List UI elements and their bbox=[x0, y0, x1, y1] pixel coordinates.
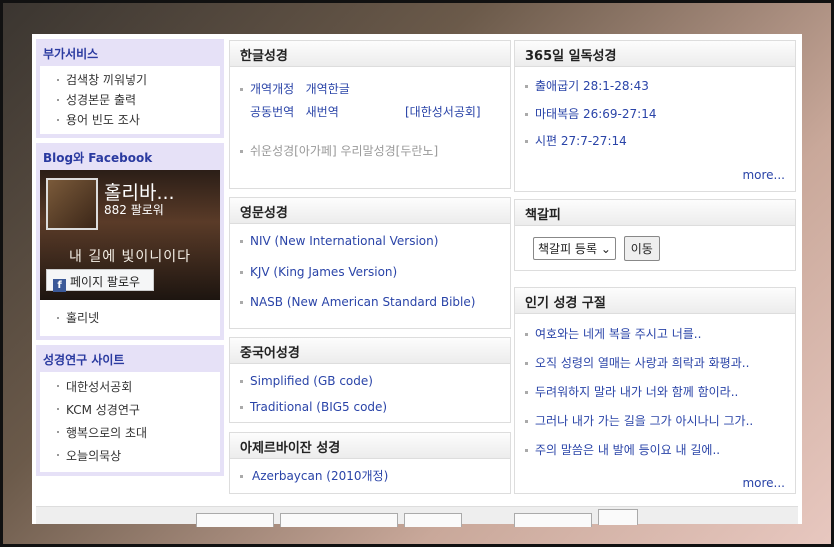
chinese-link-simplified[interactable]: Simplified (GB code) bbox=[240, 373, 500, 389]
chevron-down-icon: ⌄ bbox=[600, 242, 611, 256]
korean-link-new[interactable]: 새번역 bbox=[306, 105, 339, 119]
services-box: 부가서비스 검색창 끼워넣기 성경본문 출력 용어 빈도 조사 bbox=[36, 39, 224, 138]
footer-tab-3[interactable] bbox=[404, 513, 462, 527]
korean-bible-title: 한글성경 bbox=[230, 41, 510, 67]
research-item-meditation[interactable]: 오늘의묵상 bbox=[46, 445, 214, 468]
facebook-follow-button[interactable]: f 페이지 팔로우 bbox=[46, 269, 154, 292]
azerbaijani-bible-body: Azerbaycan (2010개정) bbox=[230, 459, 510, 490]
chinese-bible-body: Simplified (GB code) Traditional (BIG5 c… bbox=[230, 364, 510, 421]
bookmark-panel: 책갈피 책갈피 등록 ⌄ 이동 bbox=[514, 199, 796, 271]
left-column: 부가서비스 검색창 끼워넣기 성경본문 출력 용어 빈도 조사 Blog와 Fa… bbox=[36, 39, 224, 481]
azerbaijani-bible-title: 아제르바이잔 성경 bbox=[230, 433, 510, 459]
chinese-bible-panel: 중국어성경 Simplified (GB code) Traditional (… bbox=[229, 337, 511, 423]
reading365-panel: 365일 일독성경 출애굽기 28:1-28:43 마태복음 26:69-27:… bbox=[514, 40, 796, 192]
bookmark-title: 책갈피 bbox=[515, 200, 795, 226]
reading365-item-psalms[interactable]: 시편 27:7-27:14 bbox=[525, 133, 785, 149]
footer-tab-4[interactable] bbox=[514, 513, 592, 527]
bookmark-select-value: 책갈피 등록 bbox=[538, 242, 598, 256]
english-link-kjv[interactable]: KJV (King James Version) bbox=[240, 264, 500, 280]
azerbaijani-bible-panel: 아제르바이잔 성경 Azerbaycan (2010개정) bbox=[229, 432, 511, 494]
korean-bible-panel: 한글성경 개역개정 개역한글 공동번역 새번역 [대한성서공회] 쉬운성경[아가… bbox=[229, 40, 511, 189]
footer-strip bbox=[36, 506, 798, 527]
facebook-cover-text: 내 길에 빛이니이다 bbox=[69, 249, 191, 265]
footer-tab-2[interactable] bbox=[280, 513, 398, 527]
chinese-bible-title: 중국어성경 bbox=[230, 338, 510, 364]
blog-links: 홀리넷 bbox=[40, 300, 220, 336]
popular-verse-4[interactable]: 그러나 내가 가는 길을 그가 아시나니 그가.. bbox=[525, 413, 785, 429]
popular-verses-title: 인기 성경 구절 bbox=[515, 288, 795, 314]
popular-verse-3[interactable]: 두려워하지 말라 내가 너와 함께 함이라.. bbox=[525, 384, 785, 400]
services-list: 검색창 끼워넣기 성경본문 출력 용어 빈도 조사 bbox=[40, 66, 220, 134]
facebook-follow-label: 페이지 팔로우 bbox=[70, 275, 141, 289]
footer-tab-1[interactable] bbox=[196, 513, 274, 527]
korean-link-bible-society[interactable]: [대한성서공회] bbox=[405, 104, 481, 120]
korean-link-common[interactable]: 공동번역 bbox=[250, 105, 294, 119]
popular-verse-1[interactable]: 여호와는 네게 복을 주시고 너를.. bbox=[525, 326, 785, 342]
english-bible-panel: 영문성경 NIV (New International Version) KJV… bbox=[229, 197, 511, 329]
research-title: 성경연구 사이트 bbox=[43, 353, 125, 367]
research-list: 대한성서공회 KCM 성경연구 행복으로의 초대 오늘의묵상 bbox=[40, 372, 220, 472]
bookmark-select[interactable]: 책갈피 등록 ⌄ bbox=[533, 237, 616, 260]
popular-verse-5[interactable]: 주의 말씀은 내 발에 등이요 내 길에.. bbox=[525, 442, 785, 458]
research-item-bible-society[interactable]: 대한성서공회 bbox=[46, 376, 214, 399]
research-item-kcm[interactable]: KCM 성경연구 bbox=[46, 399, 214, 422]
blog-link-holynet[interactable]: 홀리넷 bbox=[46, 308, 214, 328]
research-item-happiness[interactable]: 행복으로의 초대 bbox=[46, 422, 214, 445]
popular-verse-2[interactable]: 오직 성령의 열매는 사랑과 희락과 화평과.. bbox=[525, 355, 785, 371]
service-item-frequency[interactable]: 용어 빈도 조사 bbox=[46, 110, 214, 130]
chinese-link-traditional[interactable]: Traditional (BIG5 code) bbox=[240, 399, 500, 415]
reading365-body: 출애굽기 28:1-28:43 마태복음 26:69-27:14 시편 27:7… bbox=[515, 67, 795, 155]
service-item-search-embed[interactable]: 검색창 끼워넣기 bbox=[46, 70, 214, 90]
footer-tab-5[interactable] bbox=[598, 509, 638, 525]
reading365-more-link[interactable]: more... bbox=[742, 168, 785, 182]
popular-verses-body: 여호와는 네게 복을 주시고 너를.. 오직 성령의 열매는 사랑과 희락과 화… bbox=[515, 314, 795, 464]
blog-title: Blog와 Facebook bbox=[43, 151, 153, 165]
bookmark-go-button[interactable]: 이동 bbox=[623, 236, 660, 261]
blog-box: Blog와 Facebook 홀리바... 882 팔로워 내 길에 빛이니이다… bbox=[36, 143, 224, 340]
reading365-title: 365일 일독성경 bbox=[515, 41, 795, 67]
english-bible-body: NIV (New International Version) KJV (Kin… bbox=[230, 224, 510, 316]
korean-link-hangul[interactable]: 개역한글 bbox=[306, 82, 350, 96]
popular-verses-more-link[interactable]: more... bbox=[742, 476, 785, 490]
bookmark-body: 책갈피 등록 ⌄ 이동 bbox=[515, 226, 795, 267]
korean-link-revised[interactable]: 개역개정 bbox=[250, 82, 294, 96]
services-title: 부가서비스 bbox=[43, 47, 99, 61]
facebook-follower-count: 882 팔로워 bbox=[104, 203, 164, 217]
service-item-print[interactable]: 성경본문 출력 bbox=[46, 90, 214, 110]
english-link-niv[interactable]: NIV (New International Version) bbox=[240, 233, 500, 249]
reading365-item-matthew[interactable]: 마태복음 26:69-27:14 bbox=[525, 106, 785, 122]
korean-row-1: 개역개정 개역한글 bbox=[240, 81, 500, 97]
korean-link-easy-woorimal[interactable]: 쉬운성경[아가페] 우리말성경[두란노] bbox=[240, 143, 500, 159]
reading365-item-exodus[interactable]: 출애굽기 28:1-28:43 bbox=[525, 78, 785, 94]
korean-row-2: 공동번역 새번역 [대한성서공회] bbox=[240, 104, 500, 120]
azerbaijani-link-2010[interactable]: Azerbaycan (2010개정) bbox=[240, 468, 500, 484]
facebook-page-thumbnail bbox=[46, 178, 98, 230]
english-link-nasb[interactable]: NASB (New American Standard Bible) bbox=[240, 294, 500, 310]
facebook-icon: f bbox=[53, 279, 66, 292]
facebook-card[interactable]: 홀리바... 882 팔로워 내 길에 빛이니이다 f 페이지 팔로우 bbox=[40, 170, 220, 300]
research-box: 성경연구 사이트 대한성서공회 KCM 성경연구 행복으로의 초대 오늘의묵상 bbox=[36, 345, 224, 476]
page: 부가서비스 검색창 끼워넣기 성경본문 출력 용어 빈도 조사 Blog와 Fa… bbox=[32, 34, 802, 527]
english-bible-title: 영문성경 bbox=[230, 198, 510, 224]
popular-verses-panel: 인기 성경 구절 여호와는 네게 복을 주시고 너를.. 오직 성령의 열매는 … bbox=[514, 287, 796, 494]
korean-bible-body: 개역개정 개역한글 공동번역 새번역 [대한성서공회] 쉬운성경[아가페] 우리… bbox=[230, 67, 510, 165]
